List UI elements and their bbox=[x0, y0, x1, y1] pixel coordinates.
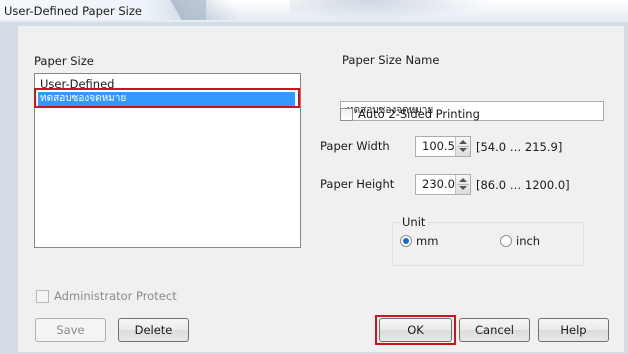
paper-width-spinner[interactable]: 100.5 bbox=[415, 136, 471, 157]
delete-button[interactable]: Delete bbox=[118, 318, 189, 342]
unit-inch-label: inch bbox=[516, 234, 541, 248]
dialog-client: Paper Size User-Defined ทดสอบซองจดหมาย P… bbox=[18, 26, 624, 352]
paper-height-spinner[interactable]: 230.0 bbox=[415, 174, 471, 195]
paper-width-spin-buttons[interactable] bbox=[455, 137, 470, 156]
spin-down-icon[interactable] bbox=[459, 148, 467, 152]
paper-height-label: Paper Height bbox=[320, 177, 395, 191]
title-bar: User-Defined Paper Size bbox=[0, 0, 628, 22]
spin-down-icon[interactable] bbox=[459, 186, 467, 190]
paper-height-range: [86.0 … 1200.0] bbox=[476, 178, 570, 192]
save-button[interactable]: Save bbox=[35, 318, 106, 342]
cancel-button[interactable]: Cancel bbox=[459, 318, 530, 342]
unit-mm-radio[interactable] bbox=[400, 235, 412, 247]
spin-divider bbox=[457, 184, 469, 185]
paper-height-value: 230.0 bbox=[422, 177, 455, 191]
auto-2-sided-label: Auto 2-Sided Printing bbox=[358, 107, 480, 121]
paper-width-range: [54.0 … 215.9] bbox=[476, 140, 563, 154]
highlight-box-list-item bbox=[34, 88, 300, 108]
title-glow bbox=[290, 0, 490, 20]
admin-protect-label: Administrator Protect bbox=[54, 289, 177, 303]
highlight-box-ok bbox=[375, 315, 456, 345]
paper-width-value: 100.5 bbox=[422, 139, 455, 153]
paper-height-spin-buttons[interactable] bbox=[455, 175, 470, 194]
help-button[interactable]: Help bbox=[538, 318, 609, 342]
unit-group-label: Unit bbox=[400, 215, 428, 229]
spin-up-icon[interactable] bbox=[459, 140, 467, 144]
window-title: User-Defined Paper Size bbox=[4, 4, 142, 18]
spin-up-icon[interactable] bbox=[459, 178, 467, 182]
auto-2-sided-checkbox[interactable] bbox=[340, 108, 353, 121]
unit-mm-label: mm bbox=[416, 234, 439, 248]
admin-protect-checkbox[interactable] bbox=[36, 290, 49, 303]
unit-inch-radio[interactable] bbox=[500, 235, 512, 247]
dialog-frame: User-Defined Paper Size Paper Size User-… bbox=[0, 0, 628, 354]
paper-size-name-label: Paper Size Name bbox=[342, 53, 440, 67]
spin-divider bbox=[457, 146, 469, 147]
paper-size-label: Paper Size bbox=[34, 54, 94, 68]
paper-width-label: Paper Width bbox=[320, 139, 390, 153]
